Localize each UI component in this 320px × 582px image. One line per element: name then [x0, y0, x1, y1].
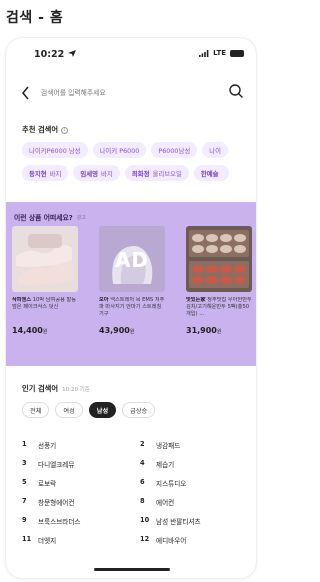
- rank-item[interactable]: 10 남성 반팔티셔츠: [140, 516, 201, 526]
- product-card[interactable]: 맛있는家 정주맛집 우아한만두 김치/고기해운만두 5팩(총50개입) … 31…: [186, 226, 252, 335]
- recommended-chips-row1: 나이키P6000 남성 나이키 P6000 P6000남성 나이: [22, 142, 228, 158]
- ad-overlay-label: AD: [114, 248, 150, 272]
- ad-notice[interactable]: 광고: [77, 214, 86, 221]
- product-description: 오아 넥스트레저 목 EMS 저주파 마사지기 안마기 스트레칭 기구: [99, 297, 165, 317]
- product-card[interactable]: AD 오아 넥스트레저 목 EMS 저주파 마사지기 안마기 스트레칭 기구 4…: [99, 226, 165, 335]
- chip-term: 올리브오일: [152, 169, 182, 178]
- search-input[interactable]: [41, 84, 211, 102]
- status-indicators: LTE: [199, 49, 244, 57]
- popular-title: 인기 검색어: [22, 384, 59, 393]
- rank-item[interactable]: 3 다니엘크레뮤: [22, 459, 74, 469]
- chip-brand: 동지현: [29, 169, 47, 178]
- product-price: 14,400원: [12, 326, 48, 335]
- battery-icon: [230, 49, 244, 57]
- sponsored-title: 이런 상품 어떠세요?: [14, 214, 73, 222]
- product-price: 43,900원: [99, 326, 135, 335]
- recommended-chips-row2: 동지현 바지 임세영 바지 최화정 올리브오일 한예슬: [22, 165, 229, 181]
- chip-brand: 한예슬: [200, 169, 219, 178]
- signal-icon: [199, 49, 209, 57]
- recommended-title: 추천 검색어: [22, 125, 59, 134]
- sponsored-products-panel: 이런 상품 어떠세요? 광고 삭피엔스 10박 남여공용 발등덮은 페이크삭스 …: [6, 202, 256, 366]
- recommended-chip[interactable]: P6000남성: [151, 142, 198, 158]
- recommended-chip[interactable]: 나이: [202, 142, 228, 158]
- chip-brand: 최화정: [131, 169, 150, 178]
- rank-item[interactable]: 12 에디바우어: [140, 535, 186, 545]
- chip-term: 바지: [101, 169, 113, 178]
- product-image-massager: AD: [99, 226, 165, 292]
- rank-item[interactable]: 4 제습기: [140, 459, 174, 469]
- product-image-socks: [12, 226, 78, 292]
- rank-item[interactable]: 8 에어컨: [140, 497, 174, 507]
- recommended-chip[interactable]: 동지현 바지: [22, 165, 69, 181]
- recommended-chip[interactable]: 나이키P6000 남성: [22, 142, 88, 158]
- rank-item[interactable]: 6 지스튜디오: [140, 478, 186, 488]
- product-price: 31,900원: [186, 326, 222, 335]
- recommended-header: 추천 검색어 i: [22, 125, 69, 135]
- network-label: LTE: [213, 49, 226, 57]
- recommended-chip[interactable]: 나이키 P6000: [92, 142, 147, 158]
- product-card[interactable]: 삭피엔스 10박 남여공용 발등덮은 페이크삭스 덧신 14,400원: [12, 226, 78, 335]
- tab-women[interactable]: 여성: [55, 402, 83, 418]
- chip-term: 바지: [49, 169, 62, 178]
- recommended-chip[interactable]: 임세영 바지: [73, 165, 120, 181]
- product-image-dumplings: [186, 226, 252, 292]
- rank-item[interactable]: 11 더엣지: [22, 535, 56, 545]
- sponsored-header: 이런 상품 어떠세요? 광고: [14, 212, 86, 222]
- status-time: 10:22: [34, 49, 76, 60]
- tab-men[interactable]: 남성: [88, 402, 117, 418]
- popular-tabs: 전체 여성 남성 급상승: [22, 402, 156, 418]
- recommended-chip[interactable]: 한예슬: [193, 165, 229, 181]
- rank-item[interactable]: 5 로보락: [22, 478, 56, 488]
- rank-item[interactable]: 9 브룩스브라더스: [22, 516, 80, 526]
- rank-item[interactable]: 2 냉감패드: [140, 440, 180, 450]
- search-bar: [6, 82, 256, 106]
- recommended-chip[interactable]: 최화정 올리브오일: [124, 165, 189, 181]
- clock-text: 10:22: [34, 49, 65, 60]
- location-arrow-icon: [67, 50, 76, 57]
- product-description: 삭피엔스 10박 남여공용 발등덮은 페이크삭스 덧신: [12, 297, 77, 310]
- product-description: 맛있는家 정주맛집 우아한만두 김치/고기해운만두 5팩(총50개입) …: [186, 297, 252, 317]
- tab-trending[interactable]: 급상승: [122, 402, 156, 418]
- status-bar: 10:22 LTE: [6, 38, 256, 68]
- popular-header: 인기 검색어 10:20 기준: [22, 384, 90, 394]
- popular-timestamp: 10:20 기준: [62, 387, 90, 393]
- chip-brand: 임세영: [80, 169, 99, 178]
- info-icon[interactable]: i: [61, 126, 69, 134]
- rank-item[interactable]: 1 선풍기: [22, 440, 56, 450]
- search-icon[interactable]: [228, 82, 244, 100]
- page-title: 검색 - 홈: [6, 10, 64, 26]
- home-indicator[interactable]: [94, 568, 170, 571]
- tab-all[interactable]: 전체: [22, 402, 50, 418]
- phone-screen: 10:22 LTE 추천 검색어 i 나이키P6000 남성 나이키 P6000…: [6, 38, 256, 578]
- rank-item[interactable]: 7 창문형에어컨: [22, 497, 74, 507]
- back-arrow-icon[interactable]: [19, 84, 33, 102]
